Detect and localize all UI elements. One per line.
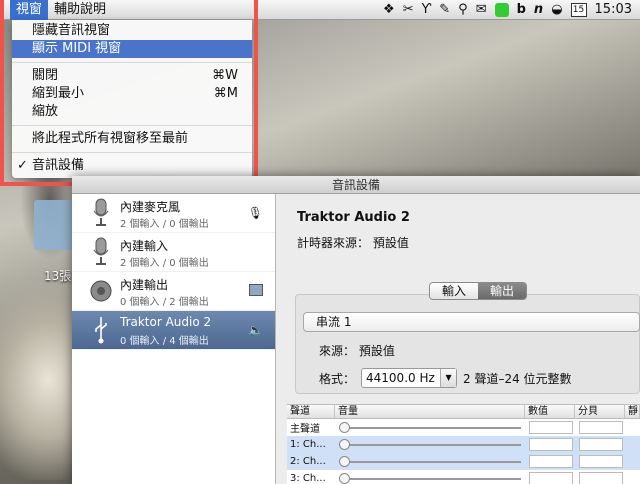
b-icon[interactable]: b: [517, 0, 526, 20]
tab-output[interactable]: 輸出: [478, 283, 527, 299]
device-item-traktor-audio-2[interactable]: Traktor Audio 2 0 個輸入 / 4 個輸出 🔈: [72, 311, 275, 350]
format-select[interactable]: 44100.0 Hz ▼: [361, 368, 458, 388]
menu-help[interactable]: 輔助說明: [48, 0, 112, 20]
menu-item-zoom[interactable]: 縮放: [12, 103, 252, 121]
search-icon[interactable]: ⚲: [458, 0, 468, 20]
n-icon[interactable]: n: [534, 0, 543, 20]
value-field[interactable]: [529, 455, 573, 468]
db-field[interactable]: [579, 455, 623, 468]
menu-bar: 視窗 輔助說明 ❖ ✂ Ƴ ✎ ⚲ ✉ b n ◒ 15 15:03: [0, 0, 640, 20]
slider-knob[interactable]: [339, 473, 350, 484]
scissors-icon[interactable]: ✂: [403, 0, 414, 20]
desktop-folder-label: 13張: [44, 269, 72, 283]
value-field[interactable]: [529, 421, 573, 434]
microphone-icon: [93, 237, 109, 265]
device-list: 內建麥克風 2 個輸入 / 0 個輸出 🎙 內建輸入 2 個輸入 / 0 個輸出…: [72, 194, 276, 484]
volume-slider[interactable]: [335, 453, 525, 470]
menu-item-minimize[interactable]: 縮到最小 ⌘M: [12, 85, 252, 103]
menu-window[interactable]: 視窗: [10, 0, 49, 20]
value-field[interactable]: [529, 472, 573, 484]
volume-slider[interactable]: [335, 436, 525, 453]
menu-item-close[interactable]: 關閉 ⌘W: [12, 67, 252, 85]
clock[interactable]: 15:03: [595, 0, 632, 20]
device-detail-pane: Traktor Audio 2 計時器來源： 預設值 輸入 輸出 串流 1 來源…: [277, 194, 640, 484]
input-output-tabs: 輸入 輸出: [429, 282, 528, 300]
speaker-icon: [90, 280, 112, 302]
format-description: 2 聲道–24 位元整數: [463, 371, 572, 386]
chevron-down-icon: ▼: [440, 369, 457, 387]
slider-knob[interactable]: [339, 422, 350, 433]
tab-input[interactable]: 輸入: [430, 283, 479, 299]
stream-select[interactable]: 串流 1: [303, 312, 640, 332]
speaker-icon: 🔈: [248, 323, 263, 337]
source-value[interactable]: 預設值: [359, 344, 395, 358]
calendar-icon[interactable]: 15: [570, 3, 587, 17]
table-row: 2: Ch...: [287, 453, 640, 470]
slider-knob[interactable]: [339, 456, 350, 467]
dropbox-icon[interactable]: ❖: [383, 0, 395, 20]
menu-extras: ❖ ✂ Ƴ ✎ ⚲ ✉ b n ◒ 15 15:03: [383, 0, 640, 20]
mute-checkbox[interactable]: [625, 436, 640, 453]
mute-checkbox[interactable]: [625, 419, 640, 436]
db-field[interactable]: [579, 472, 623, 484]
line-icon[interactable]: [494, 3, 509, 17]
menu-item-hide-audio-window[interactable]: 隱藏音訊視窗: [12, 22, 252, 40]
clock-source-value[interactable]: 預設值: [373, 236, 409, 250]
table-row: 3: Ch...: [287, 470, 640, 484]
table-row: 主聲道: [287, 419, 640, 436]
mail-icon[interactable]: ✉: [476, 0, 487, 20]
volume-slider[interactable]: [335, 470, 525, 484]
device-item-builtin-input[interactable]: 內建輸入 2 個輸入 / 0 個輸出: [72, 233, 275, 272]
checkmark-icon: ✓: [17, 158, 28, 173]
menu-item-audio-devices[interactable]: ✓ 音訊設備: [12, 157, 252, 175]
menu-separator: [12, 152, 252, 153]
clock-source-row: 計時器來源： 預設值: [297, 236, 409, 250]
device-item-builtin-output[interactable]: 內建輸出 0 個輸入 / 2 個輸出: [72, 272, 275, 311]
pen-icon[interactable]: ✎: [439, 0, 450, 20]
mute-checkbox[interactable]: [625, 453, 640, 470]
source-row: 來源： 預設值: [319, 344, 395, 358]
window-title[interactable]: 音訊設備: [72, 176, 640, 194]
antenna-icon[interactable]: Ƴ: [422, 0, 432, 20]
value-field[interactable]: [529, 438, 573, 451]
volume-slider[interactable]: [335, 419, 525, 436]
microphone-icon: 🎙: [247, 206, 263, 220]
table-row: 1: Ch...: [287, 436, 640, 453]
db-field[interactable]: [579, 438, 623, 451]
mute-checkbox[interactable]: [625, 470, 640, 484]
bowl-icon[interactable]: ◒: [551, 0, 562, 20]
menu-separator: [12, 62, 252, 63]
finder-icon: [249, 284, 263, 296]
menu-item-show-midi-window[interactable]: 顯示 MIDI 視窗: [12, 40, 252, 58]
channel-table: 聲道 音量 數值 分貝 靜 主聲道 1: Ch... 2: Ch... 3: C…: [287, 404, 640, 484]
window-menu-dropdown: 隱藏音訊視窗 顯示 MIDI 視窗 關閉 ⌘W 縮到最小 ⌘M 縮放 將此程式所有視…: [12, 20, 252, 178]
table-header: 聲道 音量 數值 分貝 靜: [287, 405, 640, 419]
slider-knob[interactable]: [339, 439, 350, 450]
device-title: Traktor Audio 2: [297, 210, 410, 225]
format-row: 格式： 44100.0 Hz ▼ 2 聲道–24 位元整數: [319, 368, 572, 388]
audio-devices-window: 音訊設備 內建麥克風 2 個輸入 / 0 個輸出 🎙 內建輸入 2 個輸入 / …: [72, 176, 640, 484]
usb-icon: [95, 317, 107, 344]
db-field[interactable]: [579, 421, 623, 434]
menu-separator: [12, 125, 252, 126]
menu-item-bring-all-to-front[interactable]: 將此程式所有視窗移至最前: [12, 130, 252, 148]
device-item-builtin-mic[interactable]: 內建麥克風 2 個輸入 / 0 個輸出 🎙: [72, 194, 275, 233]
microphone-icon: [93, 198, 109, 226]
